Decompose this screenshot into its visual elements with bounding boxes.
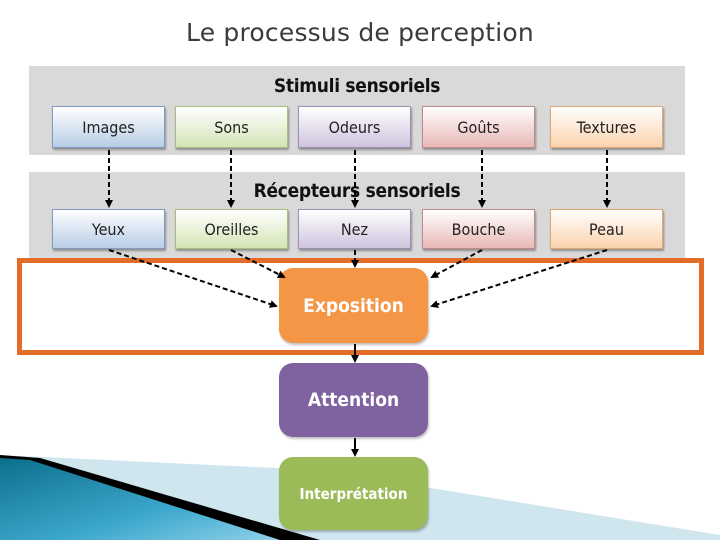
receptors-heading: Récepteurs sensoriels xyxy=(253,180,461,202)
receptor-peau: Peau xyxy=(550,209,663,249)
stage-exposition: Exposition xyxy=(279,268,428,343)
stimulus-images: Images xyxy=(52,106,165,148)
stage-interpretation: Interprétation xyxy=(279,457,428,530)
stimulus-textures: Textures xyxy=(550,106,663,148)
stimulus-sons: Sons xyxy=(175,106,288,148)
receptor-bouche: Bouche xyxy=(422,209,535,249)
stimuli-heading: Stimuli sensoriels xyxy=(273,75,441,97)
receptor-yeux: Yeux xyxy=(52,209,165,249)
receptor-nez: Nez xyxy=(298,209,411,249)
stimulus-odeurs: Odeurs xyxy=(298,106,411,148)
page-title: Le processus de perception xyxy=(186,18,534,47)
receptor-oreilles: Oreilles xyxy=(175,209,288,249)
stage-attention: Attention xyxy=(279,363,428,437)
stimulus-gouts: Goûts xyxy=(422,106,535,148)
